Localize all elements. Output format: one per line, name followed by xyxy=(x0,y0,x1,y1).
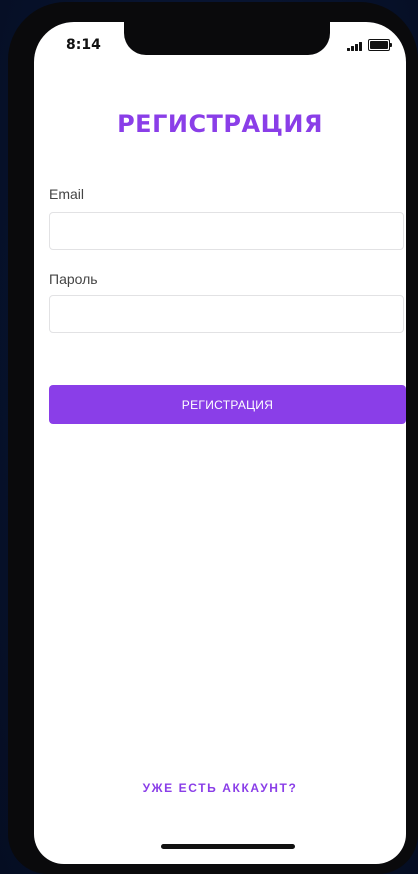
password-label: Пароль xyxy=(49,271,98,287)
already-have-account-link[interactable]: УЖЕ ЕСТЬ АККАУНТ? xyxy=(34,781,406,795)
phone-screen: 8:14 РЕГИСТРАЦИЯ Email Пароль РЕГИСТРАЦИ… xyxy=(34,22,406,864)
register-button[interactable]: РЕГИСТРАЦИЯ xyxy=(49,385,406,424)
home-indicator xyxy=(161,844,295,849)
phone-frame: 8:14 РЕГИСТРАЦИЯ Email Пароль РЕГИСТРАЦИ… xyxy=(8,2,418,874)
status-icons xyxy=(347,39,392,51)
status-time: 8:14 xyxy=(66,37,101,53)
phone-notch xyxy=(124,22,330,55)
page-title: РЕГИСТРАЦИЯ xyxy=(117,110,323,138)
password-field[interactable] xyxy=(49,295,404,333)
email-field[interactable] xyxy=(49,212,404,250)
email-label: Email xyxy=(49,186,85,202)
cellular-signal-icon xyxy=(347,41,362,51)
battery-icon xyxy=(368,39,392,51)
